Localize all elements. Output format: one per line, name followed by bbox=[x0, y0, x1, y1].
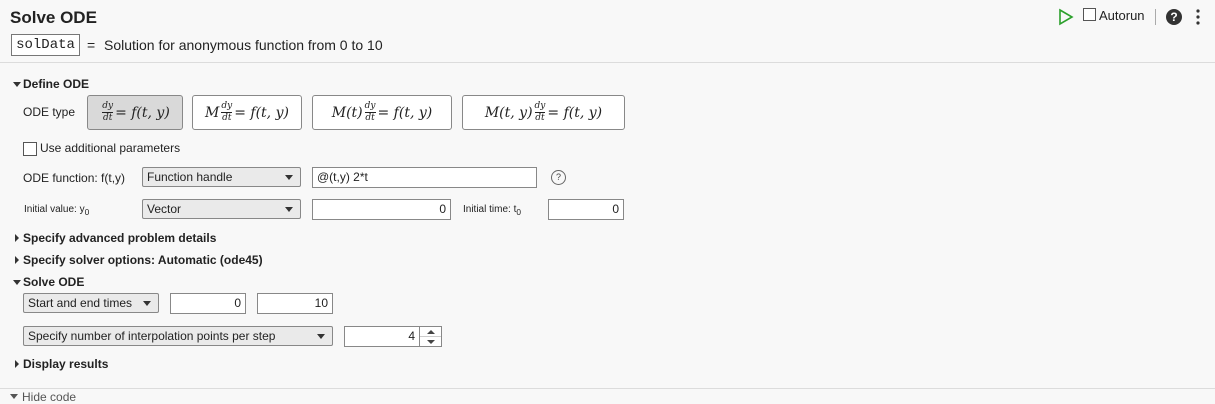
collapse-icon[interactable] bbox=[13, 280, 21, 285]
chevron-down-icon bbox=[317, 334, 325, 339]
ode-function-label: ODE function: f(t,y) bbox=[23, 171, 126, 185]
output-variable-field[interactable]: solData bbox=[11, 34, 80, 56]
collapse-icon[interactable] bbox=[10, 394, 18, 399]
decrement-arrow-icon[interactable] bbox=[427, 340, 435, 344]
ode-type-label: ODE type bbox=[23, 105, 76, 119]
increment-arrow-icon[interactable] bbox=[427, 330, 435, 334]
autorun-checkbox[interactable] bbox=[1083, 8, 1096, 21]
spinner-divider bbox=[420, 336, 441, 337]
initial-value-input[interactable]: 0 bbox=[312, 199, 451, 220]
task-summary: Solution for anonymous function from 0 t… bbox=[104, 37, 383, 53]
section-solver-options[interactable]: Specify solver options: Automatic (ode45… bbox=[23, 253, 263, 267]
toolbar-divider bbox=[1155, 9, 1156, 25]
dropdown-value: Start and end times bbox=[28, 296, 133, 310]
chevron-down-icon bbox=[285, 175, 293, 180]
dropdown-value: Specify number of interpolation points p… bbox=[28, 329, 276, 343]
header-divider bbox=[0, 62, 1215, 63]
interp-points-input[interactable]: 4 bbox=[344, 326, 420, 347]
ode-type-option-4[interactable]: M(t, y) dy dt = f(t, y) bbox=[462, 95, 625, 130]
initial-time-input[interactable]: 0 bbox=[548, 199, 624, 220]
autorun-label: Autorun bbox=[1099, 8, 1145, 23]
ode-function-type-dropdown[interactable]: Function handle bbox=[142, 167, 301, 187]
section-advanced[interactable]: Specify advanced problem details bbox=[23, 231, 216, 245]
dropdown-value: Vector bbox=[147, 202, 182, 216]
expand-icon[interactable] bbox=[15, 234, 19, 242]
initial-value-type-dropdown[interactable]: Vector bbox=[142, 199, 301, 219]
more-vert-icon[interactable] bbox=[1192, 8, 1204, 26]
section-solve-ode[interactable]: Solve ODE bbox=[23, 275, 84, 289]
ode-type-option-2[interactable]: M dy dt = f(t, y) bbox=[192, 95, 302, 130]
ode-type-option-1[interactable]: dy dt = f(t, y) bbox=[87, 95, 183, 130]
hide-code-link[interactable]: Hide code bbox=[22, 390, 76, 404]
section-define-ode[interactable]: Define ODE bbox=[23, 77, 89, 91]
use-params-label: Use additional parameters bbox=[40, 141, 181, 155]
ode-function-input[interactable]: @(t,y) 2*t bbox=[312, 167, 537, 188]
interp-mode-dropdown[interactable]: Specify number of interpolation points p… bbox=[23, 326, 333, 346]
expand-icon[interactable] bbox=[15, 360, 19, 368]
play-icon[interactable] bbox=[1057, 8, 1075, 26]
footer-divider bbox=[0, 388, 1215, 389]
interp-points-spinner[interactable] bbox=[420, 326, 442, 347]
section-display-results[interactable]: Display results bbox=[23, 357, 108, 371]
end-time-input[interactable]: 10 bbox=[257, 293, 333, 314]
task-title: Solve ODE bbox=[10, 8, 97, 27]
expand-icon[interactable] bbox=[15, 256, 19, 264]
collapse-icon[interactable] bbox=[13, 82, 21, 87]
initial-value-label: Initial value: y0 bbox=[24, 204, 90, 217]
start-time-input[interactable]: 0 bbox=[170, 293, 246, 314]
help-icon[interactable]: ? bbox=[551, 170, 566, 185]
dropdown-value: Function handle bbox=[147, 170, 233, 184]
time-mode-dropdown[interactable]: Start and end times bbox=[23, 293, 159, 313]
equals-sign: = bbox=[87, 37, 96, 53]
initial-time-label: Initial time: t0 bbox=[463, 204, 521, 217]
use-params-checkbox[interactable] bbox=[23, 142, 37, 156]
chevron-down-icon bbox=[143, 301, 151, 306]
chevron-down-icon bbox=[285, 207, 293, 212]
ode-type-option-3[interactable]: M(t) dy dt = f(t, y) bbox=[312, 95, 452, 130]
help-icon[interactable]: ? bbox=[1166, 9, 1182, 25]
